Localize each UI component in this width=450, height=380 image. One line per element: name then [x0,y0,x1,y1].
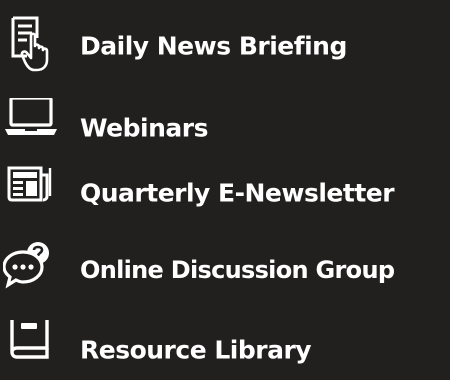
newspaper-icon [3,163,65,223]
menu-item-label: Daily News Briefing [80,31,347,61]
resource-menu: Daily News Briefing Webinars Quarterly E… [0,0,450,371]
menu-item-daily-news-briefing[interactable]: Daily News Briefing [0,16,450,76]
menu-item-label: Quarterly E-Newsletter [80,178,395,208]
chat-bubbles-icon [3,240,65,300]
book-icon [3,320,65,380]
menu-item-label: Online Discussion Group [80,256,395,284]
menu-item-online-discussion-group[interactable]: Online Discussion Group [0,240,450,300]
touch-document-icon [3,16,65,76]
menu-item-label: Webinars [80,113,208,143]
menu-item-resource-library[interactable]: Resource Library [0,320,450,380]
menu-item-label: Resource Library [80,335,312,365]
menu-item-webinars[interactable]: Webinars [0,98,450,158]
laptop-icon [3,98,65,158]
menu-item-quarterly-e-newsletter[interactable]: Quarterly E-Newsletter [0,163,450,223]
